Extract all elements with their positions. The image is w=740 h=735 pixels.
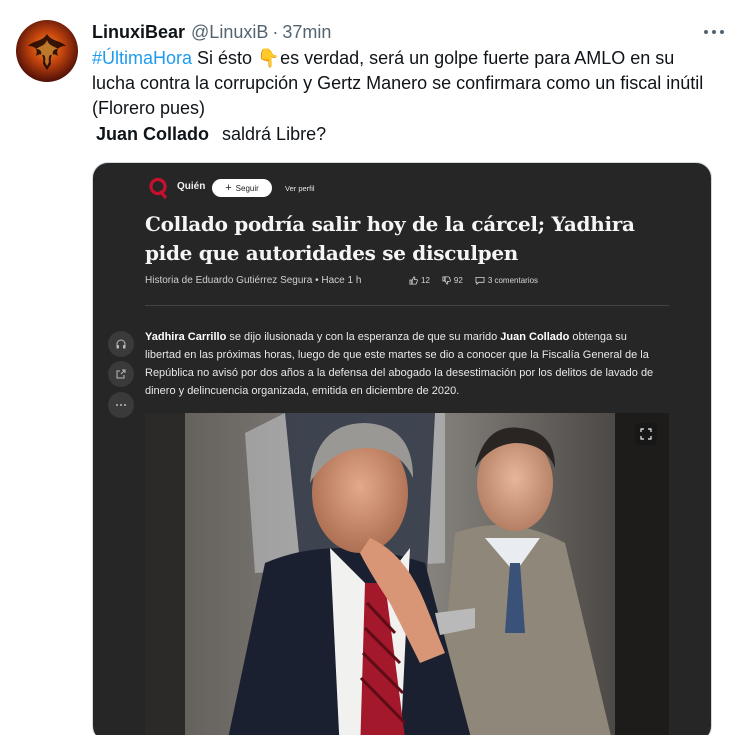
timestamp[interactable]: 37min (282, 22, 331, 43)
comment-icon (475, 276, 485, 285)
tweet-text-part: Si ésto (192, 48, 258, 68)
article-headline: Collado podría salir hoy de la cárcel; Y… (145, 212, 635, 265)
share-button[interactable] (108, 361, 134, 387)
display-name[interactable]: LinuxiBear (92, 22, 185, 43)
dislike-reaction[interactable]: 92 (442, 276, 463, 285)
tweet-text: #ÚltimaHora Si ésto 👇 es verdad, será un… (92, 46, 712, 121)
thumbs-down-icon (442, 276, 451, 285)
comments-link[interactable]: 3 comentarios (475, 276, 538, 285)
bold-name: Juan Collado (96, 124, 210, 144)
view-profile-link[interactable]: Ver perfil (285, 184, 315, 193)
divider (145, 305, 669, 306)
tweet-header: LinuxiBear @LinuxiB · 37min (92, 20, 331, 44)
hashtag-link[interactable]: #ÚltimaHora (92, 48, 192, 68)
photo-two-men-in-suits: A (145, 413, 669, 735)
listen-button[interactable] (108, 331, 134, 357)
brand-name[interactable]: Quién (177, 181, 205, 192)
quien-logo-icon (149, 177, 168, 199)
like-reaction[interactable]: 12 (409, 276, 430, 285)
follow-label: Seguir (235, 183, 259, 193)
plus-icon: + (225, 182, 232, 194)
separator: · (272, 21, 279, 42)
avatar[interactable] (16, 20, 78, 82)
phoenix-icon (28, 34, 66, 70)
media-card[interactable]: Quién + Seguir Ver perfil Collado podría… (92, 162, 712, 735)
like-count: 12 (421, 276, 430, 285)
dislike-count: 92 (453, 276, 463, 285)
tweet-text-line: Juan Collado saldrá Libre? (96, 122, 326, 147)
tweet[interactable]: LinuxiBear @LinuxiB · 37min #ÚltimaHora … (0, 0, 740, 735)
bold-name: Yadhira Carrillo (145, 331, 227, 343)
tweet-text-part: saldrá Libre? (222, 124, 327, 144)
comment-count: 3 comentarios (487, 276, 539, 285)
body-part: se dijo ilusionada y con la esperanza de… (226, 331, 501, 343)
article-body: Yadhira Carrillo se dijo ilusionada y co… (145, 328, 665, 400)
article-photo[interactable]: A (145, 413, 669, 735)
bold-name: Juan Collado (500, 331, 570, 343)
thumbs-up-icon (409, 276, 418, 285)
user-handle[interactable]: @LinuxiB (191, 22, 268, 43)
ellipsis-icon (116, 404, 126, 406)
more-actions-button[interactable] (108, 392, 134, 418)
reactions-bar: 12 92 3 comentarios (409, 276, 550, 285)
follow-button[interactable]: + Seguir (212, 179, 272, 197)
pointing-down-emoji: 👇 (257, 48, 280, 68)
more-options-icon[interactable] (700, 18, 728, 46)
share-icon (116, 369, 126, 379)
article-byline: Historia de Eduardo Gutiérrez Segura • H… (145, 275, 362, 286)
headphones-icon (116, 339, 126, 349)
expand-icon[interactable] (635, 423, 657, 445)
